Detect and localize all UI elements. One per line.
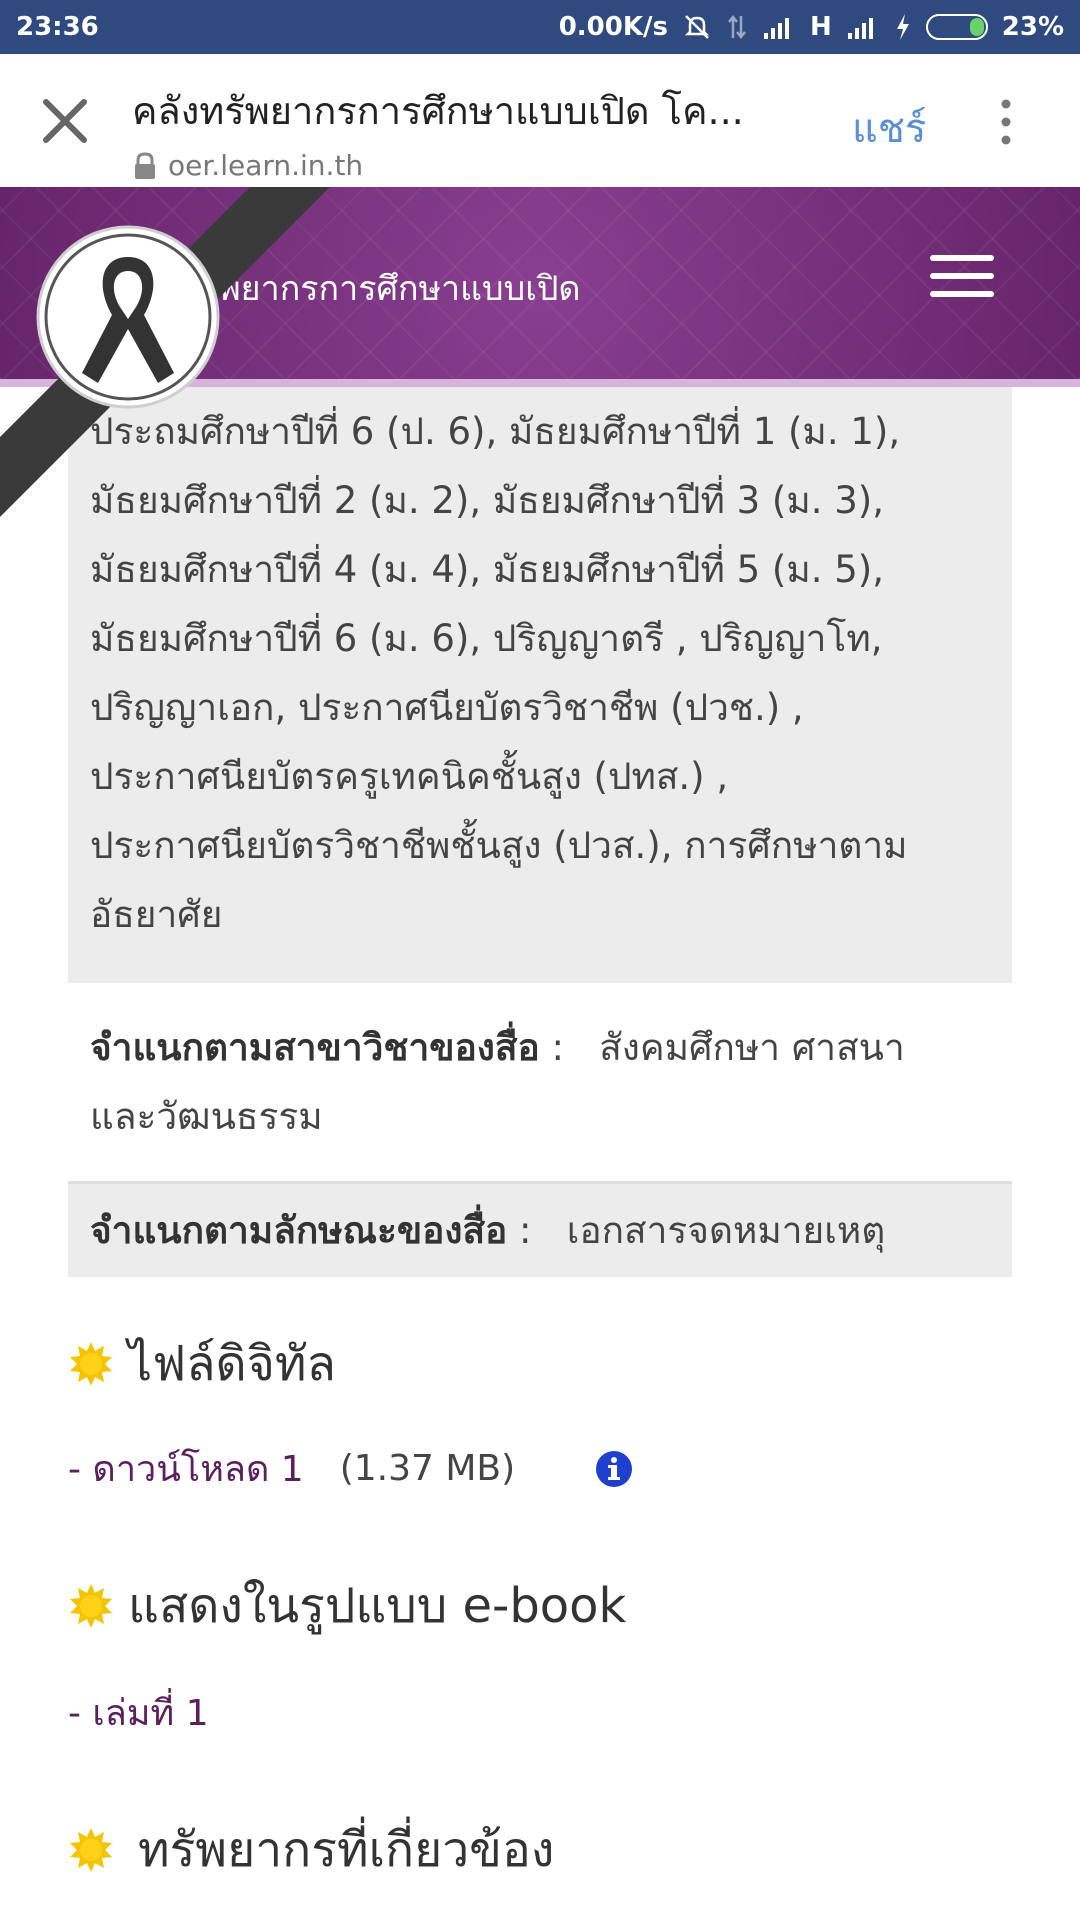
status-time: 23:36 xyxy=(16,12,99,42)
info-icon[interactable] xyxy=(595,1450,633,1488)
network-speed: 0.00K/s xyxy=(558,12,668,42)
file-size: (1.37 MB) xyxy=(339,1448,516,1489)
network-type: H xyxy=(810,12,832,42)
media-type-label: จำแนกตามลักษณะของสื่อ xyxy=(90,1209,508,1252)
status-bar: 23:36 0.00K/s H 23% xyxy=(0,0,1080,54)
url-text: oer.learn.in.th xyxy=(168,149,364,182)
signal-icon xyxy=(764,18,789,39)
data-transfer-icon xyxy=(728,14,746,40)
levels-line: อัธยาศัย xyxy=(90,893,223,936)
status-indicators: 0.00K/s H 23% xyxy=(559,12,1064,42)
resource-details: ประถมศึกษาปีที่ 6 (ป. 6), มัธยมศึกษาปีที… xyxy=(68,387,1012,1277)
subject-label: จำแนกตามสาขาวิชาของสื่อ xyxy=(90,1026,540,1069)
levels-line: มัธยมศึกษาปีที่ 6 (ม. 6), ปริญญาตรี , ปร… xyxy=(90,617,883,660)
levels-line: มัธยมศึกษาปีที่ 4 (ม. 4), มัธยมศึกษาปีที… xyxy=(90,548,885,591)
section-title: ไฟล์ดิจิทัล xyxy=(128,1336,336,1392)
sun-bullet-icon xyxy=(70,1342,112,1386)
ebook-heading: แสดงในรูปแบบ e-book xyxy=(68,1568,626,1644)
section-title: แสดงในรูปแบบ e-book xyxy=(128,1578,627,1634)
page-title-block: คลังทรัพยากรการศึกษาแบบเปิด โค... oer.le… xyxy=(132,80,822,182)
levels-line: ปริญญาเอก, ประกาศนียบัตรวิชาชีพ (ปวช.) , xyxy=(90,686,804,729)
page-title: คลังทรัพยากรการศึกษาแบบเปิด โค... xyxy=(132,89,744,133)
section-title: ทรัพยากรที่เกี่ยวข้อง xyxy=(138,1822,555,1878)
levels-line: ประถมศึกษาปีที่ 6 (ป. 6), มัธยมศึกษาปีที… xyxy=(90,410,901,453)
signal-icon xyxy=(847,18,873,39)
sun-bullet-icon xyxy=(70,1584,112,1628)
related-heading: ทรัพยากรที่เกี่ยวข้อง xyxy=(68,1812,554,1888)
mute-icon xyxy=(684,15,710,39)
more-vert-icon[interactable] xyxy=(996,98,1016,146)
site-header: รพยากรการศึกษาแบบเปิด xyxy=(0,187,1080,387)
url-row: oer.learn.in.th xyxy=(132,149,822,182)
battery-percent: 23% xyxy=(1001,12,1064,42)
charging-icon xyxy=(896,14,909,40)
subject-separator: : xyxy=(551,1026,564,1069)
close-icon[interactable] xyxy=(38,94,92,148)
browser-toolbar: คลังทรัพยากรการศึกษาแบบเปิด โค... oer.le… xyxy=(0,54,1080,187)
media-type-value: เอกสารจดหมายเหตุ xyxy=(566,1209,886,1252)
levels-line: ประกาศนียบัตรครูเทคนิคชั้นสูง (ปทส.) , xyxy=(90,755,729,798)
hamburger-menu-icon[interactable] xyxy=(930,255,994,301)
levels-line: ประกาศนียบัตรวิชาชีพชั้นสูง (ปวส.), การศ… xyxy=(90,824,908,867)
subject-value-cont: และวัฒนธรรม xyxy=(90,1095,323,1138)
digital-files-heading: ไฟล์ดิจิทัล xyxy=(68,1326,336,1402)
media-type-row: จำแนกตามลักษณะของสื่อ : เอกสารจดหมายเหตุ xyxy=(68,1184,1012,1277)
share-button[interactable]: แชร์ xyxy=(852,96,926,160)
ebook-row: - เล่มที่ 1 xyxy=(68,1684,209,1741)
subject-value: สังคมศึกษา ศาสนา xyxy=(599,1026,905,1069)
levels-line: มัธยมศึกษาปีที่ 2 (ม. 2), มัธยมศึกษาปีที… xyxy=(90,479,885,522)
education-levels: ประถมศึกษาปีที่ 6 (ป. 6), มัธยมศึกษาปีที… xyxy=(68,387,1012,983)
ebook-volume-link[interactable]: - เล่มที่ 1 xyxy=(68,1684,209,1741)
battery-icon xyxy=(925,14,988,40)
download-link[interactable]: - ดาวน์โหลด 1 xyxy=(68,1440,304,1497)
sun-bullet-icon xyxy=(70,1828,112,1872)
download-row: - ดาวน์โหลด 1 (1.37 MB) xyxy=(68,1440,633,1497)
media-type-separator: : xyxy=(519,1209,532,1252)
lock-icon xyxy=(135,151,155,179)
subject-row: จำแนกตามสาขาวิชาของสื่อ : สังคมศึกษา ศาส… xyxy=(68,983,1012,1181)
site-title[interactable]: รพยากรการศึกษาแบบเปิด xyxy=(200,261,581,315)
